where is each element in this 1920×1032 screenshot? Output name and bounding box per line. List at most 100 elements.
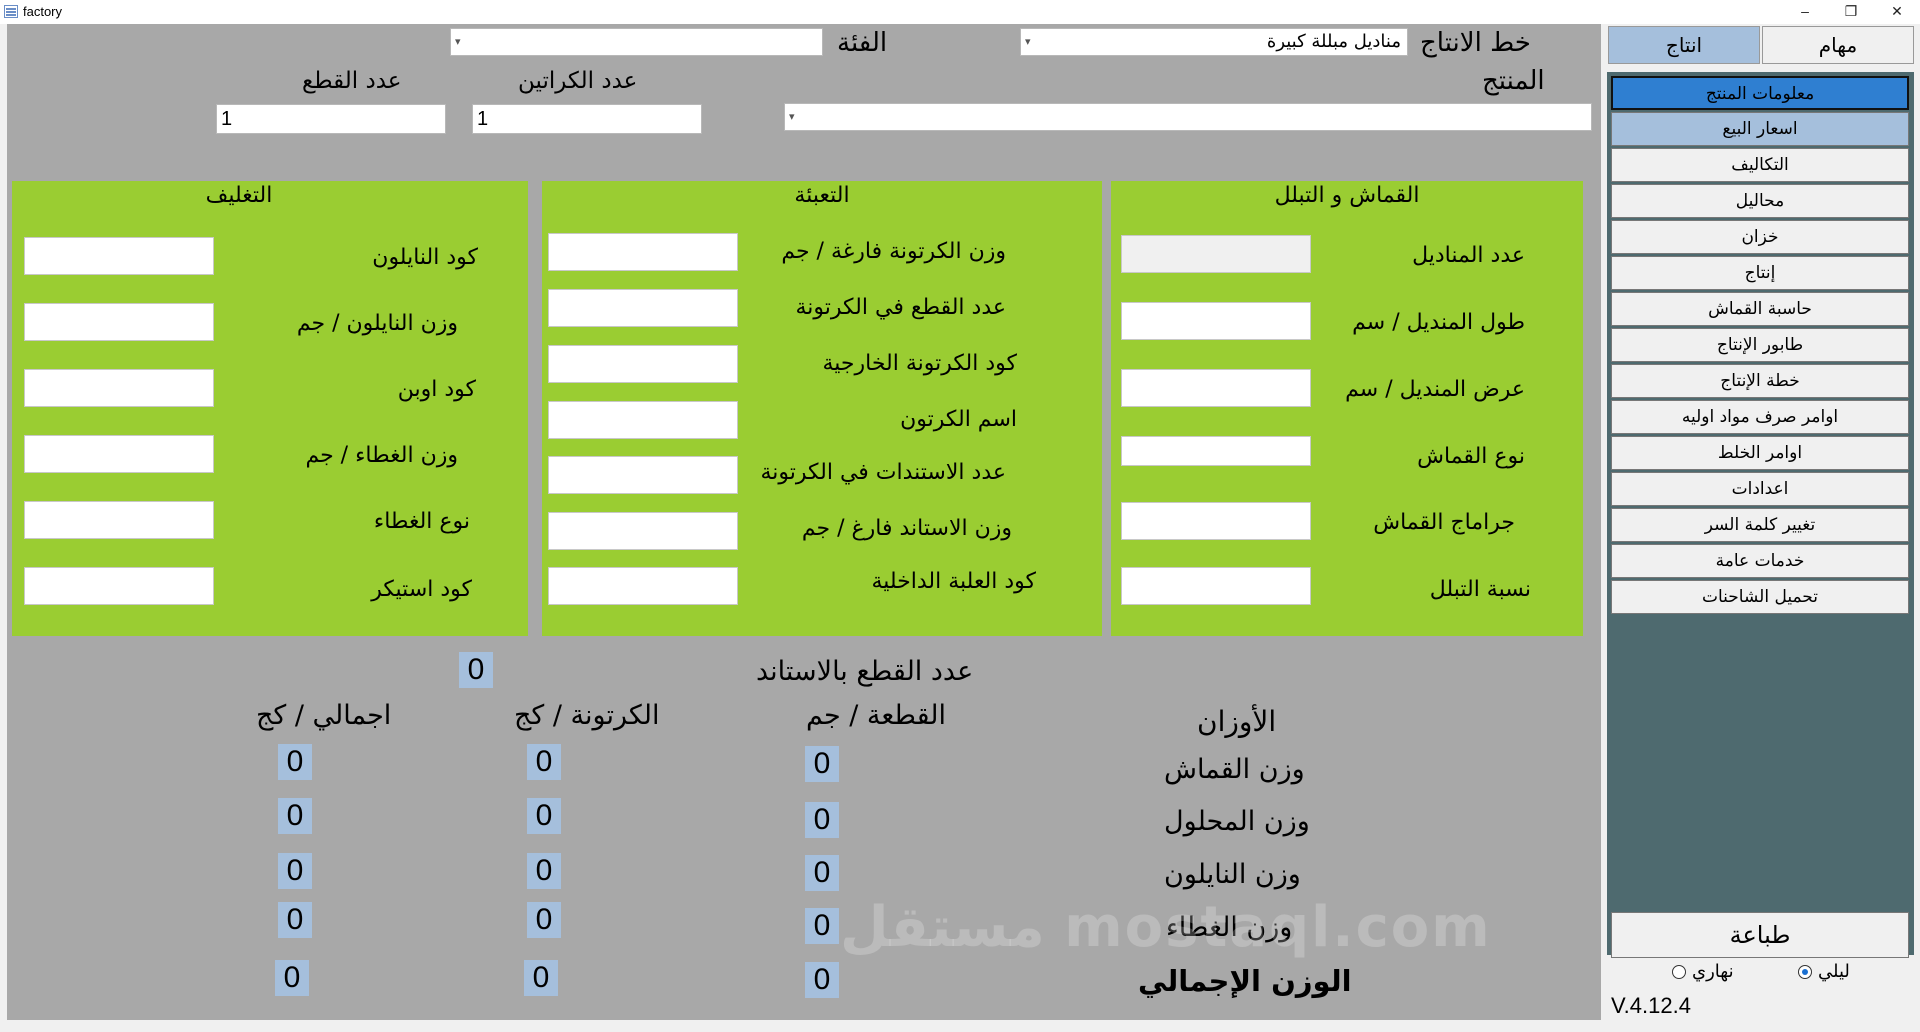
open-code-label: كود اوبن — [397, 377, 476, 402]
outer-carton-code-input[interactable] — [548, 345, 738, 383]
radio-selected-dot — [1802, 969, 1808, 975]
menu-selling-prices[interactable]: اسعار البيع — [1611, 112, 1909, 146]
tissue-count-input[interactable] — [1121, 235, 1311, 273]
menu-production[interactable]: إنتاج — [1611, 256, 1909, 290]
theme-night-label: ليلي — [1818, 961, 1850, 982]
carton-name-input[interactable] — [548, 401, 738, 439]
factory-window: factory – ❐ ✕ خط الانتاج ▾ مناديل مبللة … — [0, 0, 1920, 1032]
pieces-per-stand-value: 0 — [459, 652, 493, 688]
menu-production-plan[interactable]: خطة الإنتاج — [1611, 364, 1909, 398]
total-weight-label: الوزن الإجمالي — [1138, 964, 1352, 998]
fabric-weight-label: وزن القماش — [1164, 754, 1305, 785]
inner-box-code-label: كود العلبة الداخلية — [871, 569, 1036, 594]
print-button[interactable]: طباعة — [1611, 912, 1909, 958]
menu-general-services[interactable]: خدمات عامة — [1611, 544, 1909, 578]
chevron-down-icon: ▾ — [1025, 35, 1031, 48]
menu-raw-material-orders[interactable]: اوامر صرف مواد اوليه — [1611, 400, 1909, 434]
tissue-width-input[interactable] — [1121, 369, 1311, 407]
outer-carton-code-label: كود الكرتونة الخارجية — [822, 351, 1017, 376]
lid-weight-total: 0 — [278, 902, 312, 938]
carton-name-label: اسم الكرتون — [900, 407, 1017, 432]
sticker-code-input[interactable] — [24, 567, 214, 605]
stands-per-carton-input[interactable] — [548, 456, 738, 494]
nylon-weight-total: 0 — [278, 853, 312, 889]
theme-day-radio[interactable] — [1672, 965, 1686, 979]
menu-fabric-calculator[interactable]: حاسبة القماش — [1611, 292, 1909, 326]
tissue-length-input[interactable] — [1121, 302, 1311, 340]
total-weight-carton: 0 — [524, 960, 558, 996]
product-label: المنتج — [1482, 66, 1545, 96]
app-icon — [4, 5, 18, 18]
menu-tank[interactable]: خزان — [1611, 220, 1909, 254]
tab-tasks[interactable]: مهام — [1762, 26, 1914, 64]
total-weight-piece: 0 — [805, 962, 839, 998]
menu-change-password[interactable]: تغيير كلمة السر — [1611, 508, 1909, 542]
category-select[interactable]: ▾ — [450, 28, 823, 56]
pieces-input[interactable]: 1 — [216, 104, 446, 134]
theme-night-radio[interactable] — [1798, 965, 1812, 979]
nylon-code-input[interactable] — [24, 237, 214, 275]
solution-weight-carton: 0 — [527, 798, 561, 834]
fabric-weight-carton: 0 — [527, 744, 561, 780]
nylon-weight-row-label: وزن النايلون — [1164, 859, 1301, 890]
cartons-input[interactable]: 1 — [472, 104, 702, 134]
packing-panel: التعبئة وزن الكرتونة فارغة / جم عدد القط… — [542, 181, 1102, 636]
wetting-ratio-input[interactable] — [1121, 567, 1311, 605]
watermark: مستقل mostaql.com — [840, 895, 1492, 960]
production-line-select[interactable]: ▾ مناديل مبللة كبيرة — [1020, 28, 1408, 56]
wrapping-panel: التغليف كود النايلون وزن النايلون / جم ك… — [12, 181, 528, 636]
nylon-weight-label: وزن النايلون / جم — [296, 311, 458, 336]
col-carton-header: الكرتونة / كج — [514, 700, 660, 731]
fabric-weight-total: 0 — [278, 744, 312, 780]
lid-weight-input[interactable] — [24, 435, 214, 473]
menu-solutions[interactable]: محاليل — [1611, 184, 1909, 218]
pieces-label: عدد القطع — [302, 68, 402, 94]
empty-stand-weight-input[interactable] — [548, 512, 738, 550]
lid-type-input[interactable] — [24, 501, 214, 539]
menu-costs[interactable]: التكاليف — [1611, 148, 1909, 182]
production-line-value: مناديل مبللة كبيرة — [1266, 31, 1401, 52]
fabric-type-input[interactable] — [1121, 436, 1311, 466]
product-select[interactable]: ▾ — [784, 103, 1592, 131]
solution-weight-piece: 0 — [805, 802, 839, 838]
packing-panel-title: التعبئة — [794, 183, 850, 208]
total-weight-total: 0 — [275, 960, 309, 996]
menu-production-queue[interactable]: طابور الإنتاج — [1611, 328, 1909, 362]
menu-mixing-orders[interactable]: اوامر الخلط — [1611, 436, 1909, 470]
nylon-weight-piece: 0 — [805, 855, 839, 891]
minimize-button[interactable]: – — [1782, 0, 1828, 24]
cartons-label: عدد الكراتين — [518, 68, 638, 94]
pieces-per-carton-input[interactable] — [548, 289, 738, 327]
lid-type-label: نوع الغطاء — [373, 509, 470, 534]
col-piece-header: القطعة / جم — [806, 700, 946, 731]
theme-day-label: نهاري — [1692, 961, 1734, 982]
fabric-panel-title: القماش و التبلل — [1274, 183, 1420, 208]
solution-weight-label: وزن المحلول — [1164, 806, 1310, 837]
inner-box-code-input[interactable] — [548, 567, 738, 605]
close-button[interactable]: ✕ — [1874, 0, 1920, 24]
production-line-label: خط الانتاج — [1420, 28, 1531, 58]
tissue-width-label: عرض المنديل / سم — [1345, 377, 1525, 402]
menu-settings[interactable]: اعدادات — [1611, 472, 1909, 506]
col-total-header: اجمالي / كج — [256, 700, 392, 731]
pieces-per-carton-label: عدد القطع في الكرتونة — [795, 295, 1006, 320]
lid-weight-piece: 0 — [805, 908, 839, 944]
empty-carton-weight-label: وزن الكرتونة فارغة / جم — [781, 239, 1006, 264]
pieces-per-stand-label: عدد القطع بالاستاند — [756, 656, 974, 687]
tab-production[interactable]: انتاج — [1608, 26, 1760, 64]
chevron-down-icon: ▾ — [789, 110, 795, 123]
sticker-code-label: كود استيكر — [371, 577, 472, 602]
fabric-grammage-label: جراماج القماش — [1373, 510, 1515, 535]
lid-weight-label: وزن الغطاء / جم — [305, 443, 458, 468]
empty-carton-weight-input[interactable] — [548, 233, 738, 271]
open-code-input[interactable] — [24, 369, 214, 407]
menu-truck-loading[interactable]: تحميل الشاحنات — [1611, 580, 1909, 614]
empty-stand-weight-label: وزن الاستاند فارغ / جم — [801, 516, 1012, 541]
maximize-button[interactable]: ❐ — [1828, 0, 1874, 24]
solution-weight-total: 0 — [278, 798, 312, 834]
stands-per-carton-label: عدد الاستندات في الكرتونة — [760, 460, 1006, 485]
fabric-grammage-input[interactable] — [1121, 502, 1311, 540]
menu-product-info[interactable]: معلومات المنتج — [1611, 76, 1909, 110]
nylon-weight-input[interactable] — [24, 303, 214, 341]
wrapping-panel-title: التغليف — [205, 183, 273, 208]
